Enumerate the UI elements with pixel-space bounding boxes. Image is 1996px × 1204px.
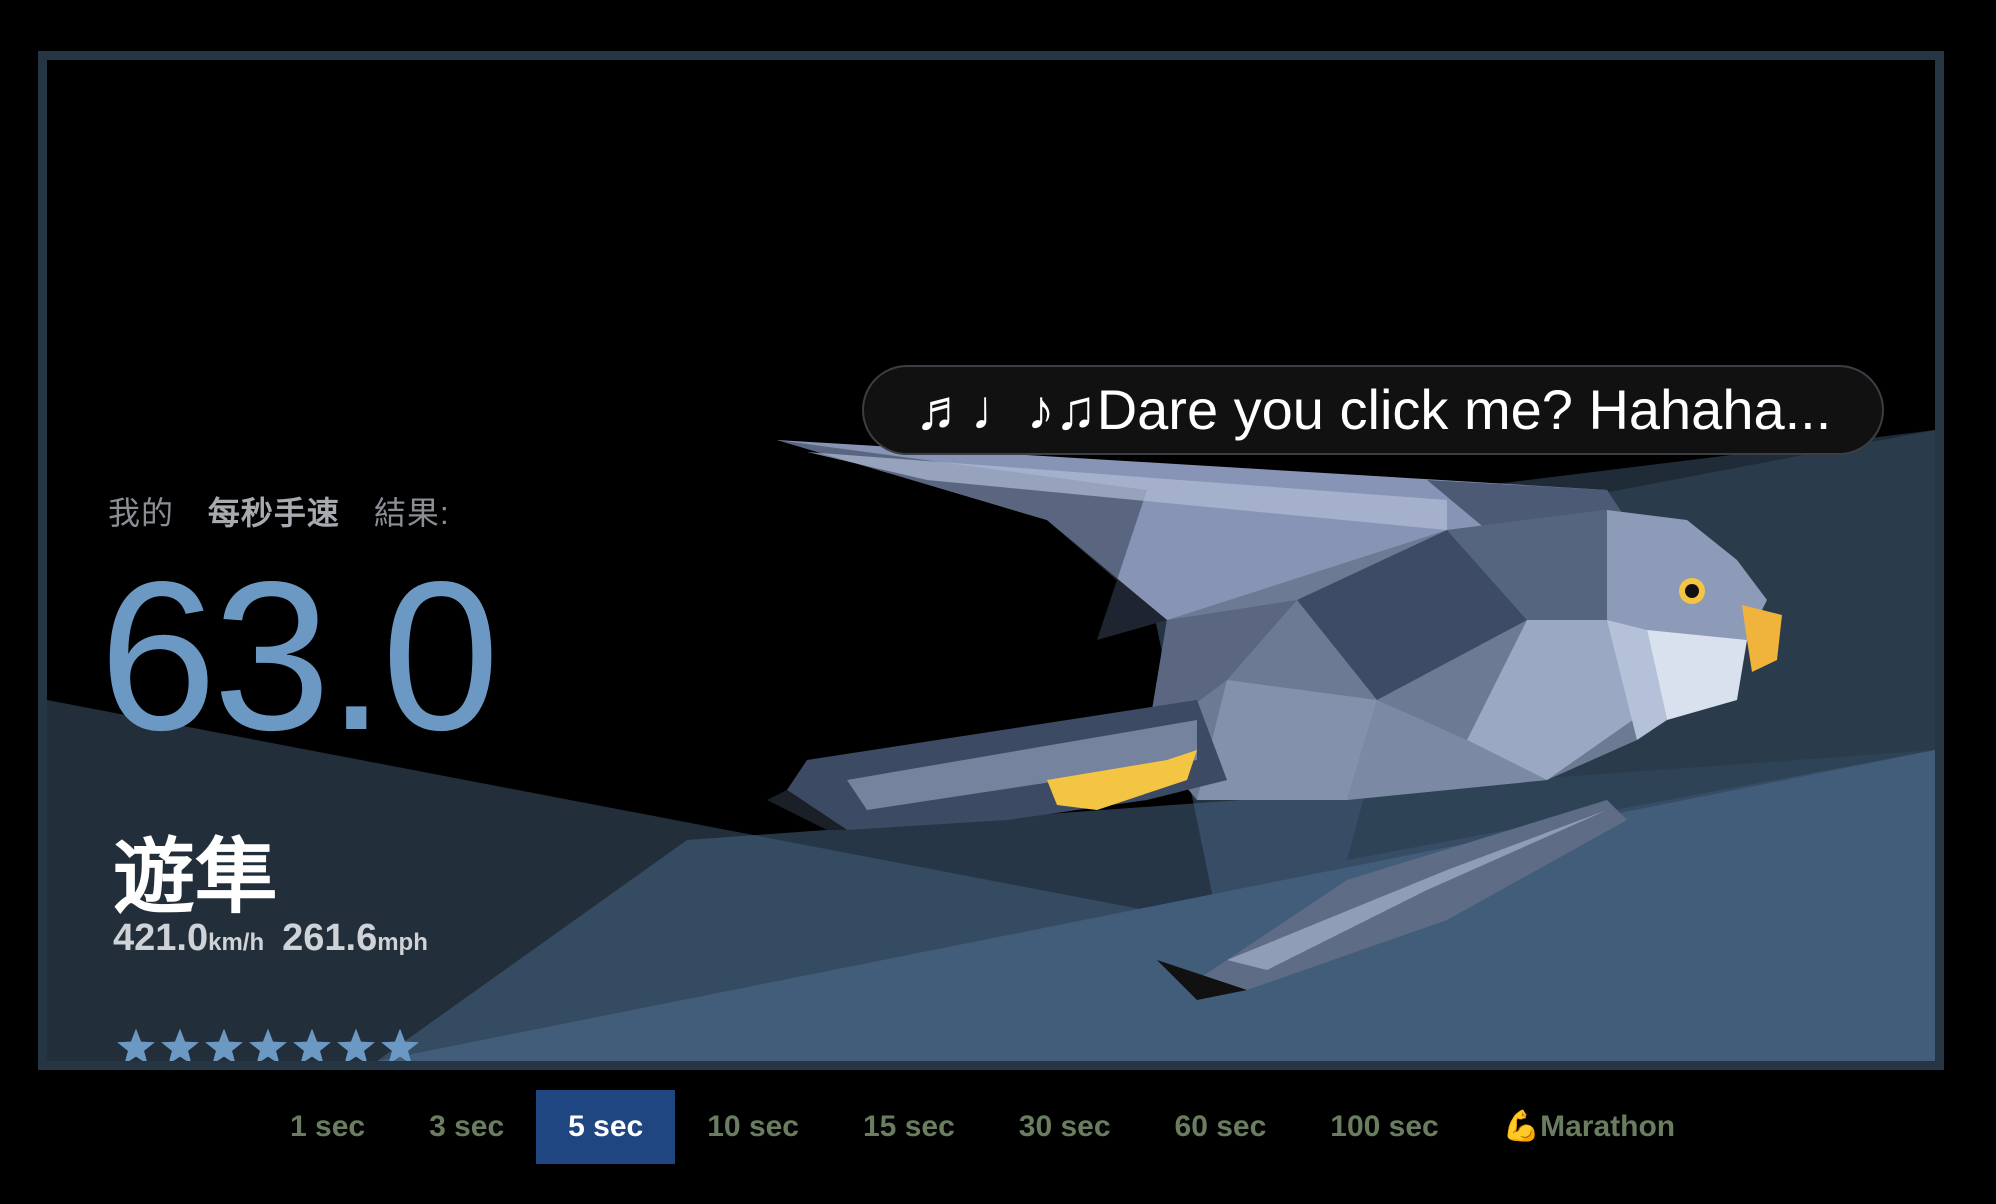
star-icon <box>117 1028 155 1061</box>
duration-tabs: 1 sec 3 sec 5 sec 10 sec 15 sec 30 sec 60 sec 1… <box>258 1090 1707 1164</box>
duration-tab[interactable]: 30 sec <box>987 1090 1143 1164</box>
star-rating <box>115 1026 421 1061</box>
mph-value: 261.6 <box>282 917 378 959</box>
duration-tab[interactable]: 60 sec <box>1143 1090 1299 1164</box>
result-panel: 我的 每秒手速 結果: 63.0 遊隼 421.0km/h 261.6mph ♬♩… <box>38 51 1944 1070</box>
animal-name: 遊隼 <box>113 830 278 925</box>
kmh-unit: km/h <box>208 929 265 956</box>
speed-readout: 421.0km/h 261.6mph <box>113 917 428 960</box>
result-prefix: 我的 <box>108 495 175 531</box>
star-icon <box>293 1028 331 1061</box>
dare-bubble-button[interactable]: ♬♩♪♫Dare you click me? Hahaha... <box>862 365 1884 455</box>
kmh-value: 421.0 <box>113 917 209 959</box>
duration-tab[interactable]: 1 sec <box>258 1090 397 1164</box>
star-icon <box>249 1028 287 1061</box>
result-suffix: 結果: <box>373 495 450 531</box>
mph-unit: mph <box>377 929 428 956</box>
result-label: 我的 每秒手速 結果: <box>108 488 450 534</box>
duration-tab[interactable]: 💪Marathon <box>1471 1090 1707 1164</box>
result-metric: 每秒手速 <box>207 495 340 531</box>
star-icon <box>337 1028 375 1061</box>
duration-tab[interactable]: 15 sec <box>831 1090 987 1164</box>
star-icon <box>381 1028 419 1061</box>
star-icon <box>161 1028 199 1061</box>
duration-tab[interactable]: 100 sec <box>1298 1090 1470 1164</box>
duration-tab[interactable]: 3 sec <box>397 1090 536 1164</box>
duration-tab[interactable]: 10 sec <box>675 1090 831 1164</box>
star-icon <box>205 1028 243 1061</box>
duration-tab[interactable]: 5 sec <box>536 1090 676 1164</box>
score-value: 63.0 <box>99 537 500 774</box>
